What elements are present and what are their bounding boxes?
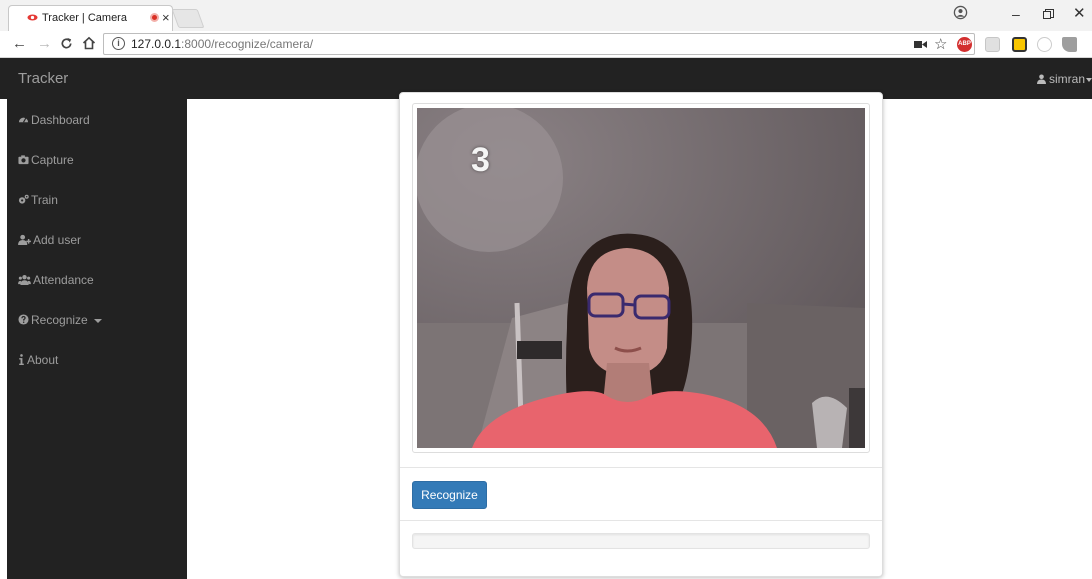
sidebar-item-dashboard[interactable]: Dashboard (18, 113, 90, 131)
sidebar-item-recognize[interactable]: Recognize (18, 313, 102, 331)
browser-tab-bar: Tracker | Camera × – ✕ (0, 0, 1092, 31)
camera-icon (18, 155, 29, 165)
sidebar-item-about[interactable]: About (18, 353, 58, 371)
camera-thumbnail: 3 (412, 103, 870, 453)
site-info-icon[interactable]: i (112, 37, 125, 50)
question-circle-icon (18, 314, 29, 325)
dashboard-icon (18, 117, 29, 123)
divider (400, 520, 882, 521)
address-bar: ← → i 127.0.0.1:8000/recognize/camera/ ☆… (0, 31, 1092, 58)
sidebar-item-label: Attendance (33, 273, 94, 287)
checklist-extension-icon[interactable] (1012, 37, 1027, 52)
eye-favicon-icon (27, 14, 38, 21)
minimize-icon[interactable]: – (1012, 6, 1020, 22)
sidebar-item-label: Capture (31, 153, 74, 167)
sidebar-item-label: Dashboard (31, 113, 90, 127)
home-icon[interactable] (82, 36, 96, 50)
new-tab-button[interactable] (171, 9, 205, 28)
pdf-extension-icon[interactable] (985, 37, 1000, 52)
forward-icon[interactable]: → (37, 35, 52, 52)
back-icon[interactable]: ← (12, 35, 27, 52)
left-margin (0, 99, 7, 579)
chevron-down-icon (1086, 77, 1092, 82)
browser-tab[interactable]: Tracker | Camera × (8, 5, 173, 31)
recording-indicator-icon (150, 13, 159, 22)
users-icon (18, 275, 31, 285)
camera-feed: 3 (417, 108, 865, 448)
extension-circle-icon[interactable] (1037, 37, 1052, 52)
chevron-down-icon (93, 318, 102, 323)
sidebar: Dashboard Capture Train Add user Attenda… (7, 99, 187, 579)
user-menu[interactable]: simran (1036, 72, 1092, 86)
sidebar-item-attendance[interactable]: Attendance (18, 273, 94, 291)
gears-icon (18, 194, 29, 204)
user-plus-icon (18, 234, 31, 245)
camera-panel: 3 Recognize (399, 92, 883, 577)
sidebar-item-add-user[interactable]: Add user (18, 233, 81, 251)
divider (400, 467, 882, 468)
url-host: 127.0.0.1 (131, 37, 182, 51)
url-text: 127.0.0.1:8000/recognize/camera/ (131, 37, 313, 51)
tab-title: Tracker | Camera (42, 12, 127, 24)
sidebar-item-capture[interactable]: Capture (18, 153, 74, 171)
url-field[interactable]: i 127.0.0.1:8000/recognize/camera/ ☆ (103, 33, 975, 55)
adblock-icon[interactable]: ABP (957, 37, 972, 52)
info-icon (19, 354, 24, 365)
reload-icon[interactable] (60, 37, 73, 50)
brand-link[interactable]: Tracker (18, 70, 68, 87)
pushbullet-extension-icon[interactable] (1062, 37, 1077, 52)
bookmark-star-icon[interactable]: ☆ (934, 35, 947, 53)
profile-icon[interactable] (953, 5, 968, 20)
progress-bar (412, 533, 870, 549)
sidebar-item-label: About (27, 353, 59, 367)
restore-icon[interactable] (1043, 9, 1054, 20)
camera-in-use-icon[interactable] (914, 40, 927, 49)
sidebar-item-train[interactable]: Train (18, 193, 58, 211)
recognize-button[interactable]: Recognize (412, 481, 487, 509)
user-name: simran (1048, 72, 1085, 86)
close-window-icon[interactable]: ✕ (1073, 4, 1086, 22)
sidebar-item-label: Add user (33, 233, 82, 247)
url-path: :8000/recognize/camera/ (181, 37, 314, 51)
countdown-number: 3 (471, 141, 490, 179)
user-icon (1036, 74, 1046, 84)
sidebar-item-label: Train (31, 193, 58, 207)
tab-close-button[interactable]: × (162, 10, 170, 25)
sidebar-item-label: Recognize (31, 313, 88, 327)
